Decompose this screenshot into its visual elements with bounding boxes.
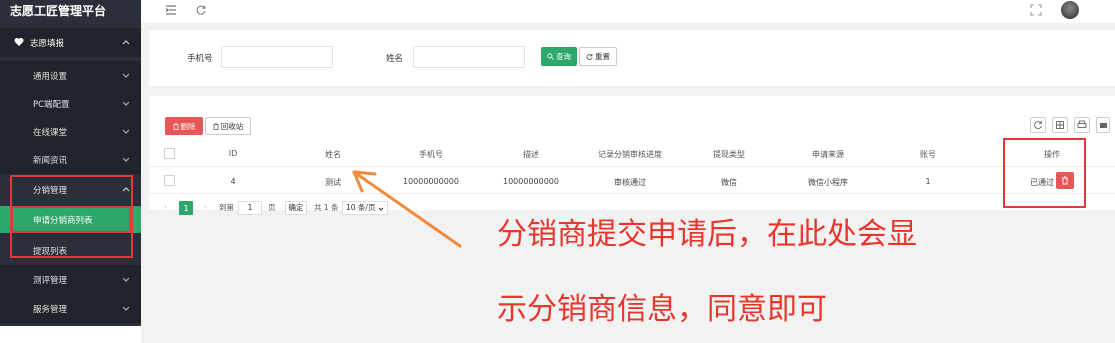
delete-button[interactable]: 删除: [165, 117, 203, 135]
recycle-bin-button[interactable]: 回收站: [205, 117, 251, 135]
app-logo: 志愿工匠管理平台: [10, 4, 107, 18]
row-checkbox[interactable]: [164, 175, 175, 186]
column-header-id: ID: [228, 149, 238, 158]
sidebar-item-label: 在线课堂: [33, 127, 68, 138]
recycle-bin-button-label: 回收站: [220, 121, 244, 131]
columns-button[interactable]: [1052, 117, 1068, 133]
sidebar-item-classroom[interactable]: 在线课堂: [0, 117, 141, 146]
refresh-icon[interactable]: [195, 4, 207, 16]
fullscreen-icon[interactable]: [1030, 4, 1042, 16]
cell-name: 测试: [325, 178, 341, 187]
chevron-down-icon: [122, 277, 130, 282]
chevron-up-icon: [122, 40, 130, 45]
goto-confirm-button[interactable]: 确定: [285, 201, 307, 215]
annotation-line-2: 示分销商信息，同意即可: [497, 292, 827, 327]
chevron-down-icon: [122, 306, 130, 311]
sidebar-item-label: 志愿填报: [30, 38, 65, 49]
print-icon: [1077, 120, 1087, 128]
sidebar-item-general[interactable]: 通用设置: [0, 61, 141, 90]
sidebar-item-service[interactable]: 服务管理: [0, 294, 141, 323]
total-count: 共 1 条: [314, 203, 339, 212]
row-divider: [149, 193, 1115, 194]
sidebar: 志愿工匠管理平台 志愿填报 通用设置 PC端配置 在线课堂 新闻资讯 分销管理 …: [0, 0, 141, 326]
highlight-box-actions: [1003, 138, 1086, 208]
sidebar-item-label: 服务管理: [33, 304, 68, 315]
column-header-name: 姓名: [325, 150, 341, 159]
trash-icon: [173, 122, 178, 130]
chevron-down-icon: [122, 129, 130, 134]
highlight-box-apply-item: [11, 206, 131, 233]
cell-progress: 审核通过: [614, 178, 646, 187]
export-button[interactable]: [1096, 117, 1110, 133]
cell-account: 1: [925, 177, 931, 186]
page-unit-label: 页: [268, 203, 276, 212]
column-header-withdraw-type: 提现类型: [713, 150, 745, 159]
avatar[interactable]: [1061, 1, 1079, 19]
reset-button-label: 重置: [595, 52, 610, 61]
name-label: 姓名: [386, 54, 404, 64]
menu-fold-icon[interactable]: [165, 4, 177, 16]
search-button-label: 查询: [556, 52, 571, 61]
page-current[interactable]: 1: [179, 201, 193, 215]
trash-icon: [213, 122, 219, 130]
refresh-table-button[interactable]: [1030, 117, 1046, 133]
sidebar-item-label: 测评管理: [33, 275, 68, 286]
top-bar: [141, 0, 1115, 24]
sidebar-item-pc[interactable]: PC端配置: [0, 89, 141, 118]
delete-button-label: 删除: [180, 121, 196, 131]
phone-label: 手机号: [187, 54, 213, 64]
reset-icon: [586, 53, 593, 60]
chevron-down-icon: [122, 157, 130, 162]
goto-page-input[interactable]: 1: [238, 201, 262, 215]
sidebar-item-label: PC端配置: [33, 99, 70, 110]
reset-button[interactable]: 重置: [579, 47, 617, 66]
goto-label: 到第: [219, 203, 234, 212]
sidebar-item-assessment[interactable]: 测评管理: [0, 265, 141, 294]
sidebar-item-label: 通用设置: [33, 71, 68, 82]
cell-source: 微信小程序: [808, 178, 848, 187]
export-icon: [1100, 123, 1107, 128]
sidebar-item-label: 新闻资讯: [33, 155, 68, 166]
search-button[interactable]: 查询: [541, 47, 577, 66]
heart-icon: [14, 38, 24, 46]
column-header-progress: 记录分销审核进度: [598, 150, 662, 159]
chevron-down-icon: [122, 73, 130, 78]
row-divider: [149, 166, 1115, 167]
print-button[interactable]: [1074, 117, 1090, 133]
prev-page-icon[interactable]: ‹: [164, 202, 167, 211]
name-input[interactable]: [413, 46, 525, 68]
phone-input[interactable]: [221, 46, 333, 68]
arrow-annotation: [352, 170, 462, 248]
cell-withdraw-type: 微信: [721, 178, 737, 187]
cell-desc: 10000000000: [503, 177, 559, 186]
refresh-icon: [1034, 120, 1042, 129]
column-header-account: 账号: [920, 150, 936, 159]
sidebar-item-news[interactable]: 新闻资讯: [0, 145, 141, 174]
select-all-checkbox[interactable]: [164, 148, 175, 159]
cell-id: 4: [230, 177, 236, 186]
chevron-down-icon: [122, 101, 130, 106]
column-header-desc: 描述: [523, 150, 539, 159]
annotation-line-1: 分销商提交申请后，在此处会显: [497, 217, 917, 252]
column-header-phone: 手机号: [419, 150, 443, 159]
column-header-source: 申请来源: [812, 150, 844, 159]
sidebar-item-volunteer[interactable]: 志愿填报: [0, 28, 141, 57]
columns-icon: [1056, 121, 1064, 129]
next-page-icon[interactable]: ›: [204, 202, 207, 211]
search-icon: [547, 53, 554, 60]
